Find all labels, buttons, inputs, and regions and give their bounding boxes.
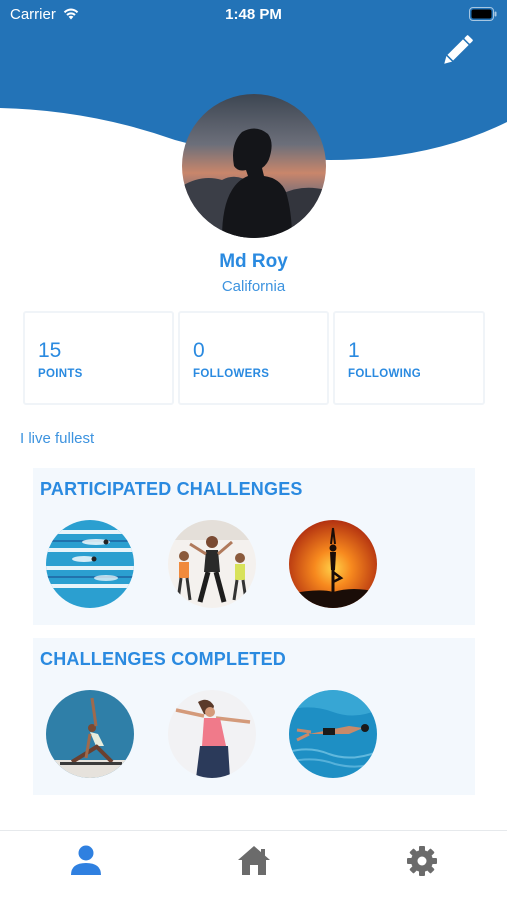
points-label: POINTS — [38, 368, 83, 380]
pencil-icon — [444, 35, 473, 64]
dancer-photo — [168, 690, 256, 778]
challenge-swimming-thumbnail[interactable] — [46, 520, 134, 608]
following-value: 1 — [348, 339, 360, 362]
avatar-silhouette-photo — [182, 94, 326, 238]
followers-label: FOLLOWERS — [193, 368, 270, 380]
participated-challenges-section: PARTICIPATED CHALLENGES — [33, 468, 475, 625]
completed-challenges-title: CHALLENGES COMPLETED — [40, 649, 287, 669]
completed-challenges-section: CHALLENGES COMPLETED — [33, 638, 475, 795]
challenge-dancer-thumbnail[interactable] — [168, 690, 256, 778]
edit-profile-button[interactable] — [437, 30, 477, 72]
challenge-yoga-stretch-thumbnail[interactable] — [46, 690, 134, 778]
yoga-stretch-photo — [46, 690, 134, 778]
tab-settings[interactable] — [402, 843, 442, 879]
battery-icon — [469, 7, 497, 21]
home-icon — [238, 846, 270, 875]
following-label: FOLLOWING — [348, 368, 421, 380]
person-icon — [71, 845, 101, 875]
profile-location: California — [221, 278, 286, 295]
status-bar: Carrier 1:48 PM — [0, 0, 507, 30]
gear-icon — [407, 846, 437, 876]
participated-challenges-title: PARTICIPATED CHALLENGES — [40, 479, 303, 499]
tab-home[interactable] — [234, 843, 274, 879]
challenge-dance-thumbnail[interactable] — [168, 520, 256, 608]
yoga-sunset-photo — [289, 520, 377, 608]
swimming-lanes-photo — [46, 520, 134, 608]
challenge-yoga-thumbnail[interactable] — [289, 520, 377, 608]
profile-bio: I live fullest — [20, 430, 95, 447]
tab-profile[interactable] — [66, 843, 106, 879]
challenge-underwater-thumbnail[interactable] — [289, 690, 377, 778]
bottom-tab-bar — [0, 830, 507, 900]
underwater-swimmer-photo — [289, 690, 377, 778]
dance-class-photo — [168, 520, 256, 608]
stat-following-card[interactable]: 1 FOLLOWING — [333, 311, 485, 405]
status-time: 1:48 PM — [225, 6, 282, 23]
profile-name: Md Roy — [219, 251, 288, 272]
followers-value: 0 — [193, 339, 205, 362]
stat-followers-card[interactable]: 0 FOLLOWERS — [178, 311, 329, 405]
stat-points-card[interactable]: 15 POINTS — [23, 311, 174, 405]
profile-avatar[interactable] — [182, 94, 326, 238]
points-value: 15 — [38, 339, 62, 362]
